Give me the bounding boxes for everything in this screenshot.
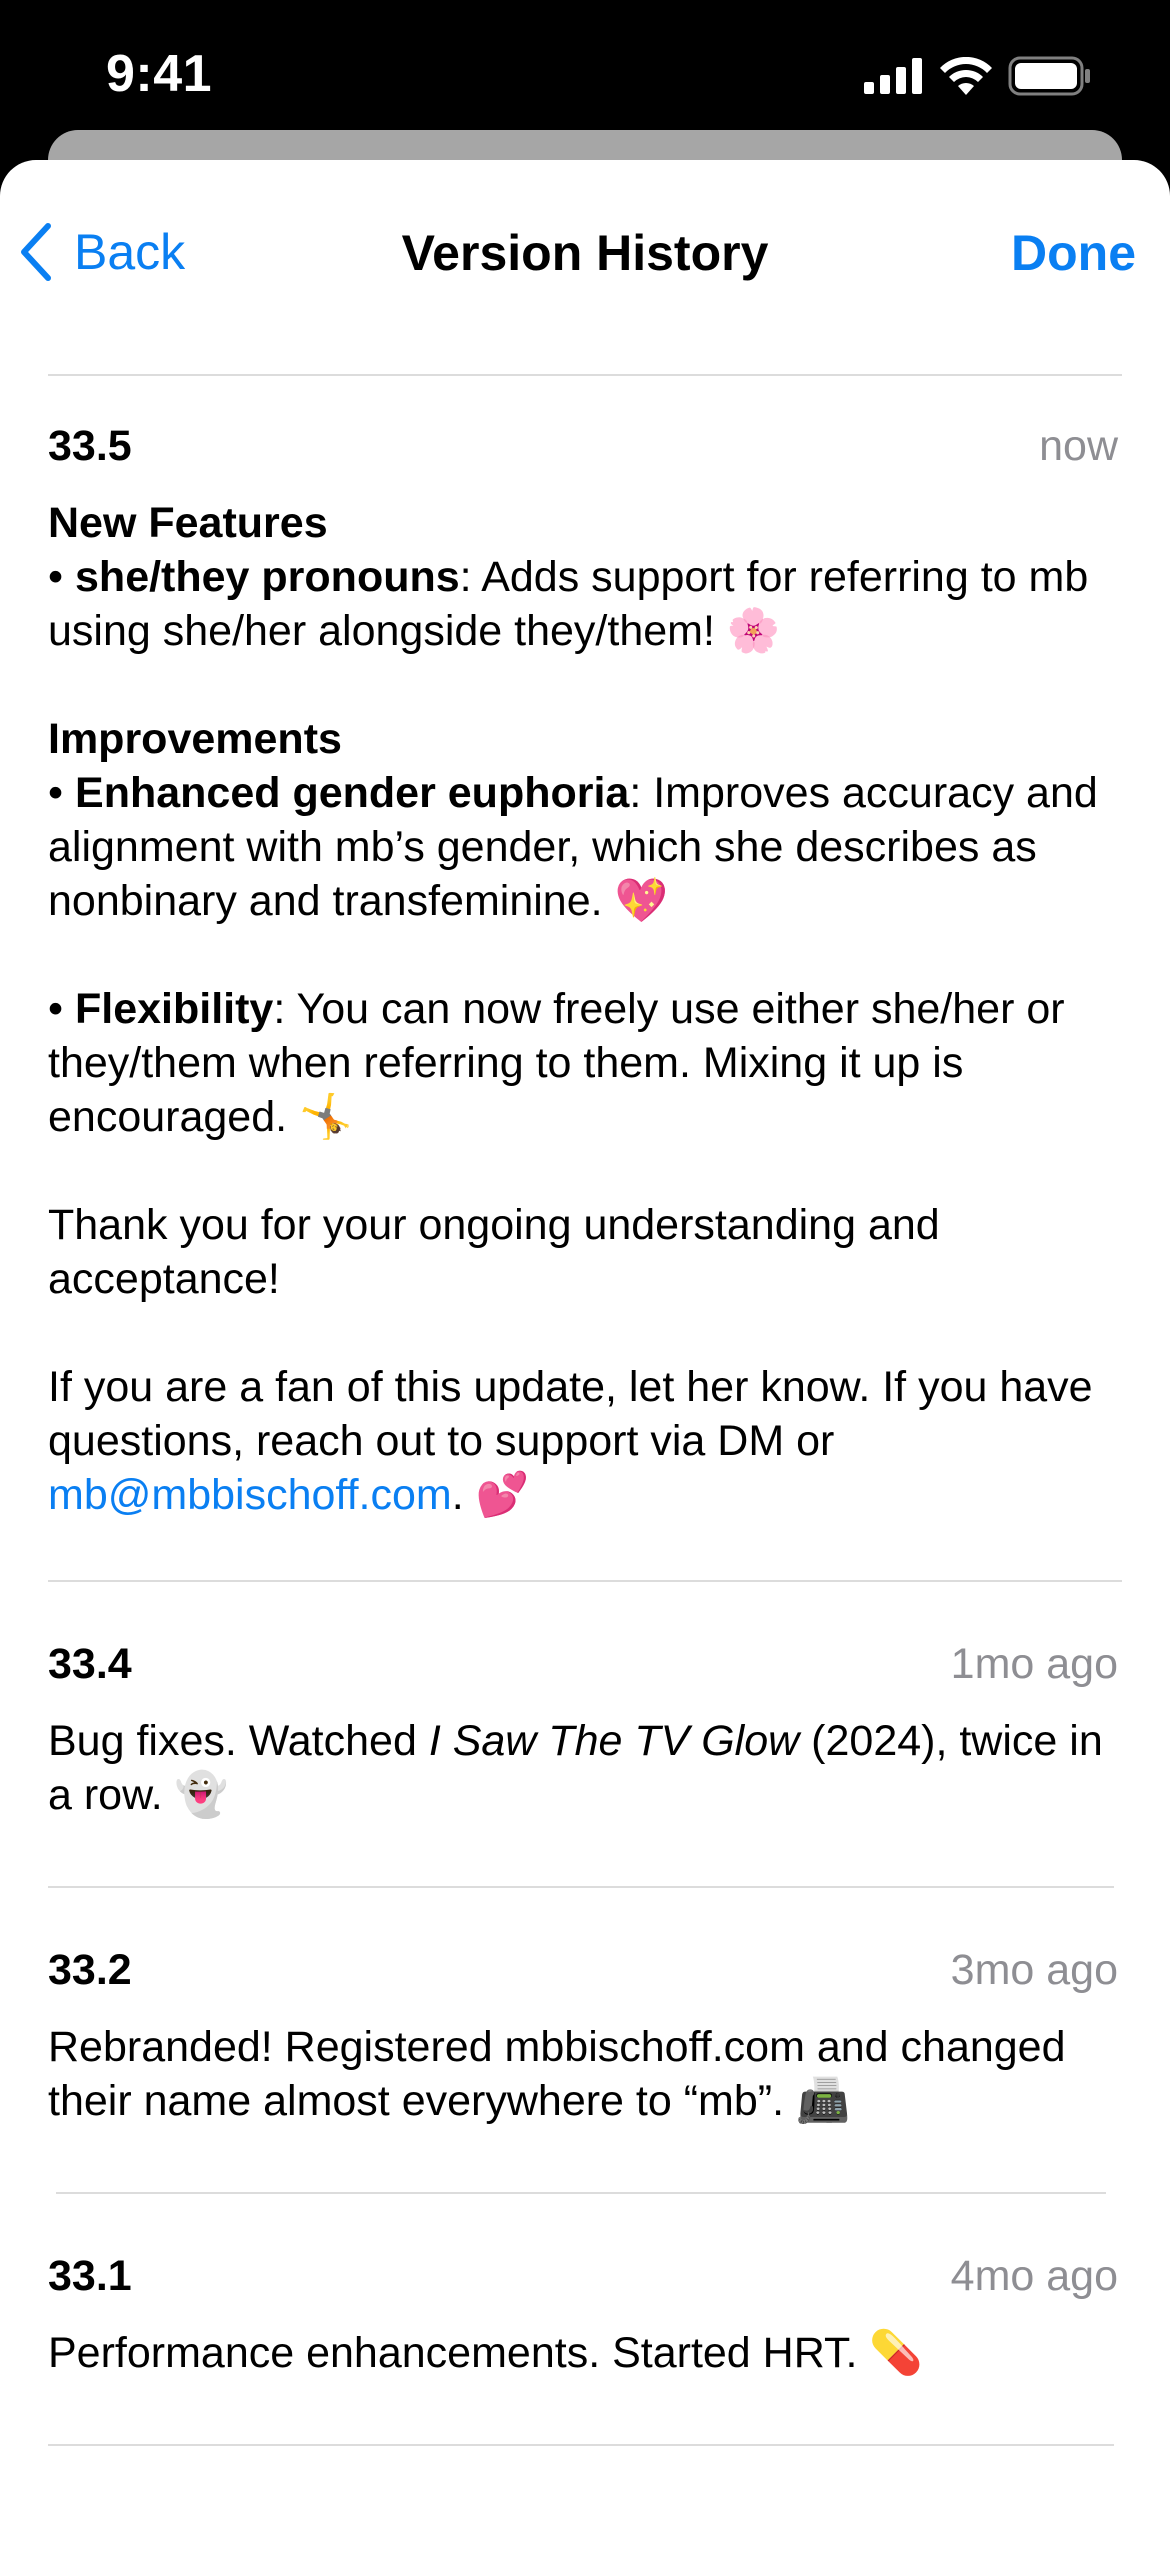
version-entry-33-1: 33.1 4mo ago Performance enhancements. S… [48, 2252, 1120, 2380]
divider [56, 2192, 1106, 2194]
email-link[interactable]: mb@mbbischoff.com [48, 1471, 452, 1519]
feature-item: • she/they pronouns: Adds support for re… [48, 553, 1089, 656]
release-notes: Performance enhancements. Started HRT. 💊 [48, 2326, 1120, 2380]
section-heading: New Features [48, 499, 328, 547]
movie-title: I Saw The TV Glow [428, 1717, 800, 1765]
divider [48, 1580, 1122, 1582]
notes-text: Bug fixes. Watched [48, 1717, 417, 1765]
status-bar: 9:41 [0, 0, 1170, 140]
improvement-name: Flexibility [75, 985, 274, 1033]
notes-text: Performance enhancements. Started HRT. [48, 2329, 858, 2377]
cellular-signal-icon [864, 58, 922, 94]
thanks-text: Thank you for your ongoing understanding… [48, 1201, 940, 1303]
release-notes: Rebranded! Registered mbbischoff.com and… [48, 2020, 1120, 2128]
feature-name: she/they pronouns [75, 553, 460, 601]
status-icons [864, 56, 1092, 96]
status-time: 9:41 [106, 45, 213, 103]
entry-header: 33.2 3mo ago [48, 1946, 1120, 2006]
version-entry-33-2: 33.2 3mo ago Rebranded! Registered mbbis… [48, 1946, 1120, 2128]
release-time: 3mo ago [950, 1946, 1118, 1994]
contact-text: If you are a fan of this update, let her… [48, 1360, 1120, 1522]
version-number: 33.4 [48, 1640, 132, 1688]
improvement-item: • Flexibility: You can now freely use ei… [48, 985, 1065, 1142]
done-button[interactable]: Done [1011, 224, 1136, 282]
contact-period: . [451, 1471, 464, 1519]
release-notes: Bug fixes. Watched I Saw The TV Glow (20… [48, 1714, 1120, 1822]
pill-emoji: 💊 [869, 2328, 923, 2378]
improvement-item: • Enhanced gender euphoria: Improves acc… [48, 769, 1098, 926]
notes-text: Rebranded! Registered mbbischoff.com and… [48, 2023, 1066, 2125]
entry-header: 33.1 4mo ago [48, 2252, 1120, 2312]
version-entry-33-5: 33.5 now New Features • she/they pronoun… [48, 422, 1120, 1522]
wifi-icon [940, 57, 992, 95]
battery-icon [1008, 56, 1090, 96]
improvement-name: Enhanced gender euphoria [75, 769, 630, 817]
version-entry-33-4: 33.4 1mo ago Bug fixes. Watched I Saw Th… [48, 1640, 1120, 1822]
fax-machine-emoji: 📠 [796, 2076, 850, 2126]
divider [48, 2444, 1114, 2446]
release-notes: New Features • she/they pronouns: Adds s… [48, 496, 1120, 1522]
version-number: 33.1 [48, 2252, 132, 2300]
section-heading: Improvements [48, 715, 342, 763]
divider [48, 374, 1122, 376]
entry-header: 33.4 1mo ago [48, 1640, 1120, 1700]
navigation-bar: Back Version History Done [0, 160, 1170, 360]
sparkling-heart-emoji: 💖 [614, 876, 669, 926]
ghost-emoji: 👻 [174, 1770, 229, 1820]
entry-header: 33.5 now [48, 422, 1120, 482]
divider [48, 1886, 1114, 1888]
version-history-sheet: Back Version History Done 33.5 now New F… [0, 160, 1170, 2556]
cherry-blossom-emoji: 🌸 [726, 606, 781, 656]
release-time: 1mo ago [950, 1640, 1118, 1688]
release-time: now [1039, 422, 1118, 470]
version-number: 33.2 [48, 1946, 132, 1994]
two-hearts-emoji: 💕 [475, 1470, 530, 1520]
contact-description: If you are a fan of this update, let her… [48, 1363, 1093, 1465]
cartwheel-emoji: 🤸 [299, 1092, 353, 1142]
release-time: 4mo ago [950, 2252, 1118, 2300]
page-title: Version History [401, 225, 769, 281]
version-number: 33.5 [48, 422, 132, 470]
